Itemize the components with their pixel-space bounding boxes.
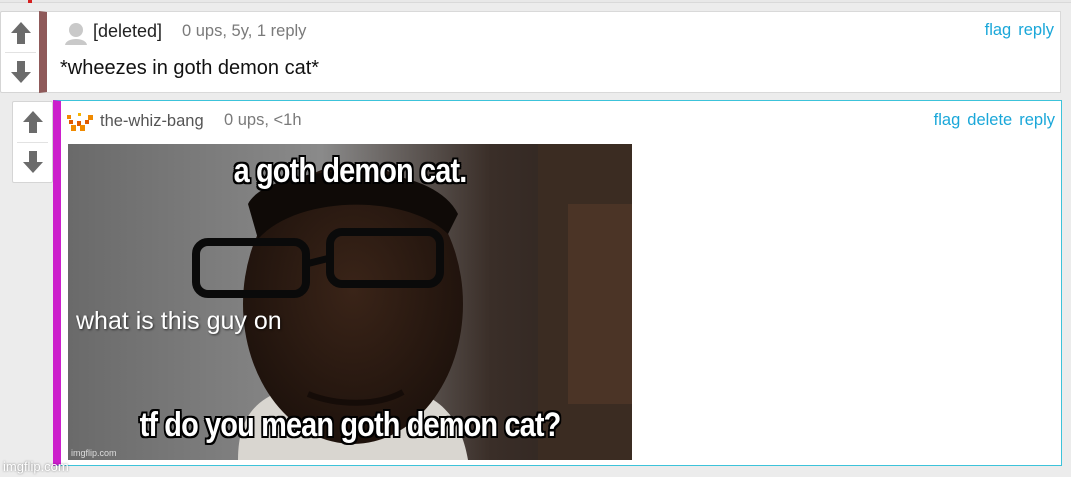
- arrow-down-icon: [10, 60, 31, 83]
- meme-top-caption: a goth demon cat.: [233, 152, 468, 190]
- comment-deleted: [deleted] 0 ups, 5y, 1 reply flag reply …: [39, 11, 1061, 93]
- downvote-button[interactable]: [1, 55, 40, 88]
- reply-link[interactable]: reply: [1019, 111, 1055, 130]
- upvote-button[interactable]: [13, 105, 52, 138]
- comment-username[interactable]: [deleted]: [93, 21, 162, 42]
- vote-divider: [5, 52, 36, 53]
- whiz-bang-avatar-icon[interactable]: [66, 111, 96, 133]
- page-watermark: imgflip.com: [3, 459, 69, 474]
- reply-link[interactable]: reply: [1018, 21, 1054, 40]
- meme-bottom-caption: tf do you mean goth demon cat?: [139, 406, 562, 444]
- previous-comment-edge: [0, 0, 1071, 3]
- default-user-icon: [65, 23, 87, 45]
- upvote-button[interactable]: [1, 16, 40, 49]
- previous-comment-marker: [28, 0, 32, 3]
- comment-actions: flag delete reply: [934, 111, 1055, 130]
- comment-actions: flag reply: [985, 21, 1054, 40]
- comment-thread: [deleted] 0 ups, 5y, 1 reply flag reply …: [0, 0, 1071, 477]
- arrow-up-icon: [22, 110, 43, 133]
- comment-text: *wheezes in goth demon cat*: [60, 57, 320, 79]
- comment-meta: 0 ups, <1h: [224, 111, 302, 129]
- comment2-vote-box: [12, 101, 53, 183]
- meme-middle-caption: what is this guy on: [76, 307, 282, 335]
- meme-watermark: imgflip.com: [71, 448, 117, 458]
- delete-link[interactable]: delete: [967, 111, 1012, 130]
- comment-username[interactable]: the-whiz-bang: [100, 112, 204, 131]
- arrow-down-icon: [22, 150, 43, 173]
- comment-whiz-bang: the-whiz-bang 0 ups, <1h flag delete rep…: [53, 100, 1062, 466]
- flag-link[interactable]: flag: [934, 111, 961, 130]
- meme-image[interactable]: a goth demon cat. what is this guy on tf…: [68, 144, 632, 460]
- comment1-vote-box: [0, 11, 41, 93]
- comment-meta: 0 ups, 5y, 1 reply: [182, 22, 307, 40]
- vote-divider: [17, 142, 48, 143]
- downvote-button[interactable]: [13, 145, 52, 178]
- arrow-up-icon: [10, 21, 31, 44]
- flag-link[interactable]: flag: [985, 21, 1012, 40]
